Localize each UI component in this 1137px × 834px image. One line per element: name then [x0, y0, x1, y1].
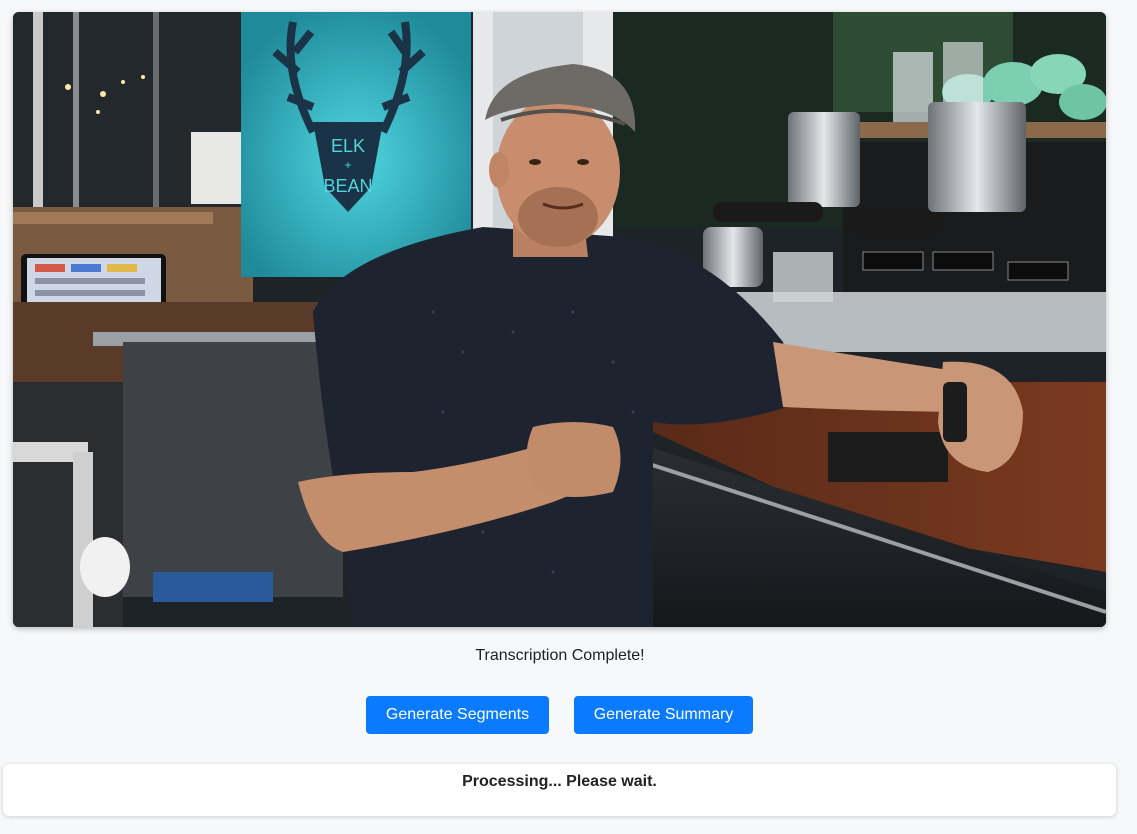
processing-message: Processing... Please wait.	[462, 773, 657, 790]
generate-summary-button[interactable]: Generate Summary	[574, 696, 753, 734]
video-frame-image: ELK + BEAN	[13, 12, 1106, 627]
generate-segments-button[interactable]: Generate Segments	[366, 696, 549, 734]
app-page: ELK + BEAN Transcription Complete! Gener…	[0, 0, 1137, 834]
sign-text-plus: +	[344, 158, 351, 172]
processing-card: Processing... Please wait.	[3, 764, 1116, 816]
sign-text-bean: BEAN	[323, 176, 372, 196]
video-player[interactable]: ELK + BEAN	[13, 12, 1106, 627]
sign-text-elk: ELK	[331, 136, 365, 156]
transcription-status: Transcription Complete!	[475, 647, 645, 664]
